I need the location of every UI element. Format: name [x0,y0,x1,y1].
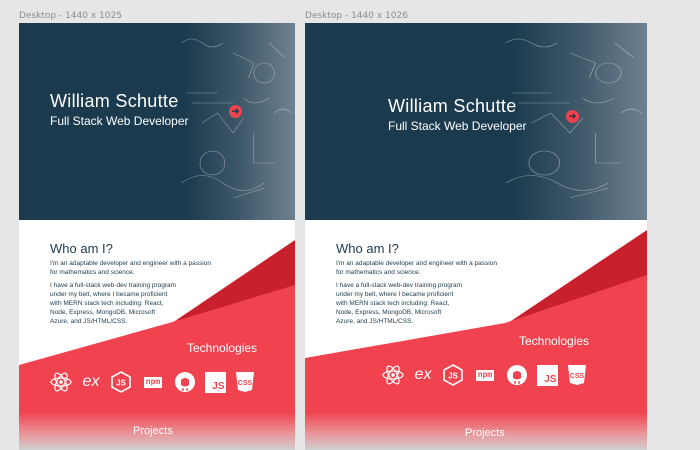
nodejs-icon: JS [110,371,132,393]
about-paragraph-2: I have a full-stack web-dev training pro… [336,282,463,325]
svg-text:CSS: CSS [238,380,253,387]
javascript-icon: JS [536,364,558,386]
hero-section: William Schutte Full Stack Web Developer… [19,23,295,220]
hero-role: Full Stack Web Developer [388,119,527,133]
express-icon: ex [414,366,432,383]
artboard-desktop-1[interactable]: William Schutte Full Stack Web Developer… [19,23,295,450]
svg-text:CSS: CSS [570,373,585,380]
about-paragraph-1: I'm an adaptable developer and engineer … [336,260,497,276]
svg-text:JS: JS [448,372,458,381]
arrow-right-icon[interactable]: ➜ [566,110,579,123]
react-icon [382,364,404,386]
react-icon [50,371,72,393]
css3-icon: CSS [234,371,256,393]
hero-name: William Schutte [50,91,179,111]
frame-label[interactable]: Desktop - 1440 x 1026 [305,11,408,21]
hero-role: Full Stack Web Developer [50,114,189,128]
nodejs-icon: JS [442,364,464,386]
css3-icon: CSS [566,364,588,386]
express-icon: ex [82,373,100,390]
tech-icons-row: ex JS npm JS CSS [382,364,588,386]
about-title: Who am I? [50,241,113,256]
projects-title: Projects [465,427,505,439]
about-title: Who am I? [336,241,399,256]
technologies-title: Technologies [519,334,590,348]
arrow-right-icon[interactable]: ➜ [229,105,242,118]
about-paragraph-1: I'm an adaptable developer and engineer … [50,260,211,276]
javascript-icon: JS [204,371,226,393]
hero-section: William Schutte Full Stack Web Developer… [305,23,647,220]
technologies-title: Technologies [187,341,258,355]
github-icon [506,364,528,386]
hero-name: William Schutte [388,96,517,116]
projects-title: Projects [133,425,173,437]
github-icon [174,371,196,393]
npm-icon: npm [475,369,495,381]
npm-icon: npm [143,376,163,388]
about-paragraph-2: I have a full-stack web-dev training pro… [50,282,177,325]
tech-icons-row: ex JS npm JS CSS [50,371,256,393]
frame-label[interactable]: Desktop - 1440 x 1025 [19,11,122,21]
artboard-desktop-2[interactable]: William Schutte Full Stack Web Developer… [305,23,647,450]
math-background-image [180,38,292,199]
svg-text:JS: JS [116,379,126,388]
